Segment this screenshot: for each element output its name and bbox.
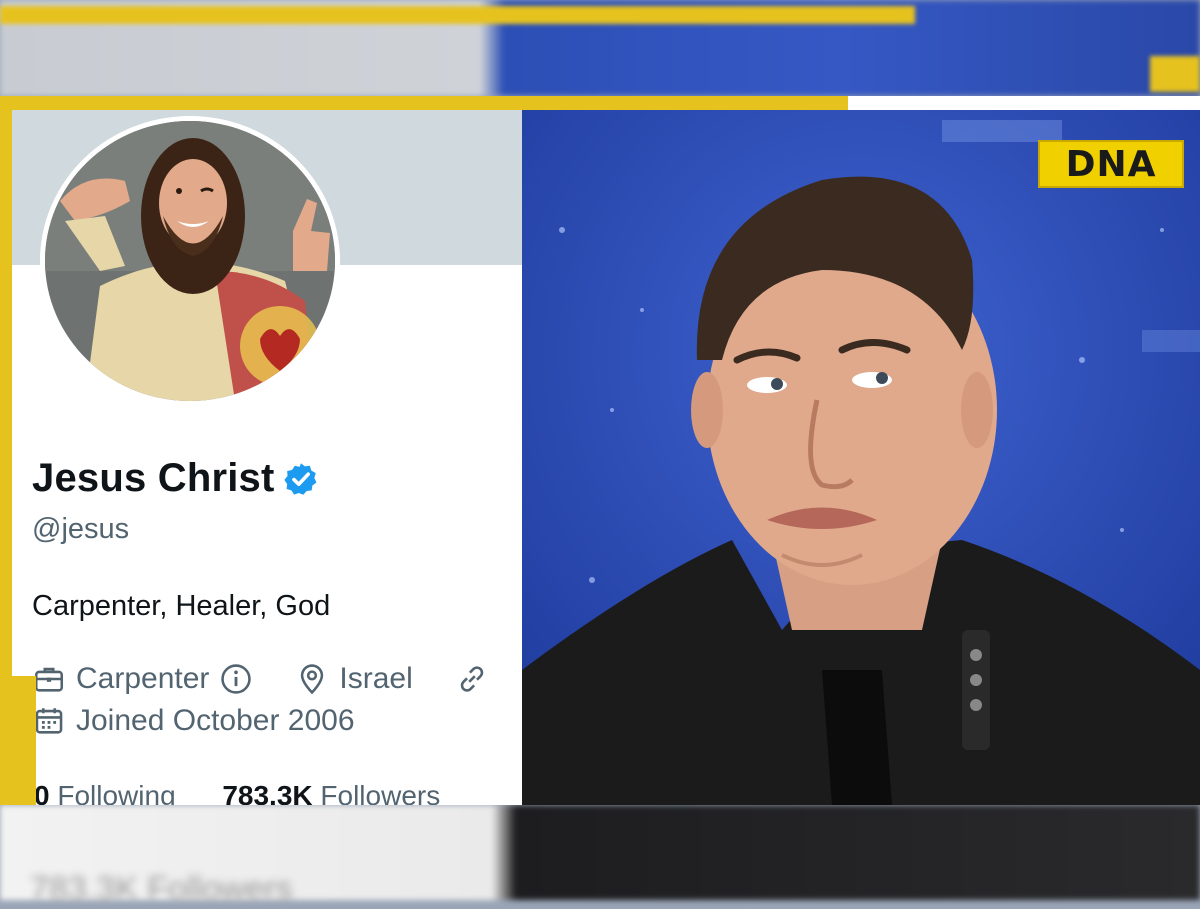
accent-bar-left [0, 96, 12, 676]
following-link[interactable]: 0 Following [34, 780, 176, 805]
profile-bio: Carpenter, Healer, God [32, 590, 331, 622]
following-count: 0 [34, 780, 50, 805]
blurred-accent-bar [0, 6, 915, 24]
profile-name-row: Jesus Christ [32, 456, 319, 501]
followers-label: Followers [320, 780, 441, 805]
blurred-follower-text: 783.3K Followers [30, 870, 293, 908]
profile-name: Jesus Christ [32, 456, 275, 500]
profile-meta-row-2: Joined October 2006 [32, 704, 355, 738]
profession-label: Carpenter [76, 662, 210, 695]
profile-handle: @jesus [32, 513, 130, 545]
calendar-icon [35, 708, 63, 734]
profile-meta-row-1: Carpenter Israel [32, 662, 489, 696]
location-label: Israel [339, 662, 413, 695]
accent-bar-top [0, 96, 848, 110]
dna-logo-badge: DNA [1038, 140, 1184, 188]
verified-badge-icon [283, 462, 316, 495]
follow-stats: 0 Following 783.3K Followers [34, 780, 440, 805]
location-pin-icon [301, 664, 324, 695]
joined-date-label: Joined October 2006 [76, 704, 355, 737]
following-label: Following [57, 780, 176, 805]
twitter-profile-card: Jesus Christ @jesus Carpenter, Healer, G… [12, 110, 522, 805]
info-icon[interactable] [219, 662, 253, 696]
avatar-illustration [45, 121, 335, 401]
avatar[interactable] [40, 116, 340, 406]
person-photo [522, 110, 1200, 805]
briefcase-icon [34, 667, 64, 692]
person-photo-illustration [522, 110, 1200, 805]
followers-link[interactable]: 783.3K Followers [222, 780, 440, 805]
link-icon[interactable] [455, 662, 489, 696]
followers-count: 783.3K [222, 780, 313, 805]
accent-block-left [0, 676, 36, 805]
blurred-badge-corner [1150, 56, 1200, 92]
main-image-frame: Jesus Christ @jesus Carpenter, Healer, G… [0, 96, 1200, 805]
